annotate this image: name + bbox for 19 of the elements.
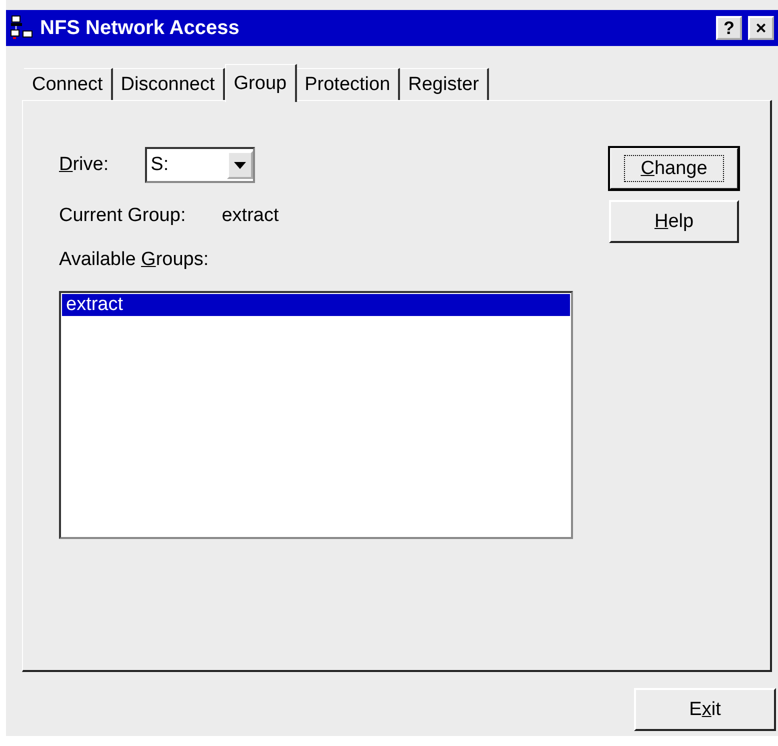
drive-label: Drive: xyxy=(59,154,109,176)
window-title: NFS Network Access xyxy=(40,16,240,40)
tab[interactable]: Disconnect xyxy=(112,68,225,100)
groups-list[interactable]: extract xyxy=(59,291,573,539)
current-group-value: extract xyxy=(222,205,279,227)
current-group-label: Current Group: xyxy=(59,205,186,227)
help-button[interactable]: ? xyxy=(716,16,742,40)
available-groups-label: Available Groups: xyxy=(59,249,210,271)
close-button[interactable]: × xyxy=(748,16,774,40)
drive-dropdown[interactable]: S: xyxy=(144,147,255,183)
network-computers-icon xyxy=(10,15,34,41)
exit-button[interactable]: Exit xyxy=(634,688,776,731)
list-item[interactable]: extract xyxy=(62,294,570,316)
tab[interactable]: Group xyxy=(224,64,297,102)
dialog-button[interactable]: Change xyxy=(609,147,739,190)
tab[interactable]: Protection xyxy=(296,68,400,100)
tab[interactable]: Connect xyxy=(24,68,113,100)
tab[interactable]: Register xyxy=(400,68,489,100)
dialog-button[interactable]: Help xyxy=(609,200,739,243)
